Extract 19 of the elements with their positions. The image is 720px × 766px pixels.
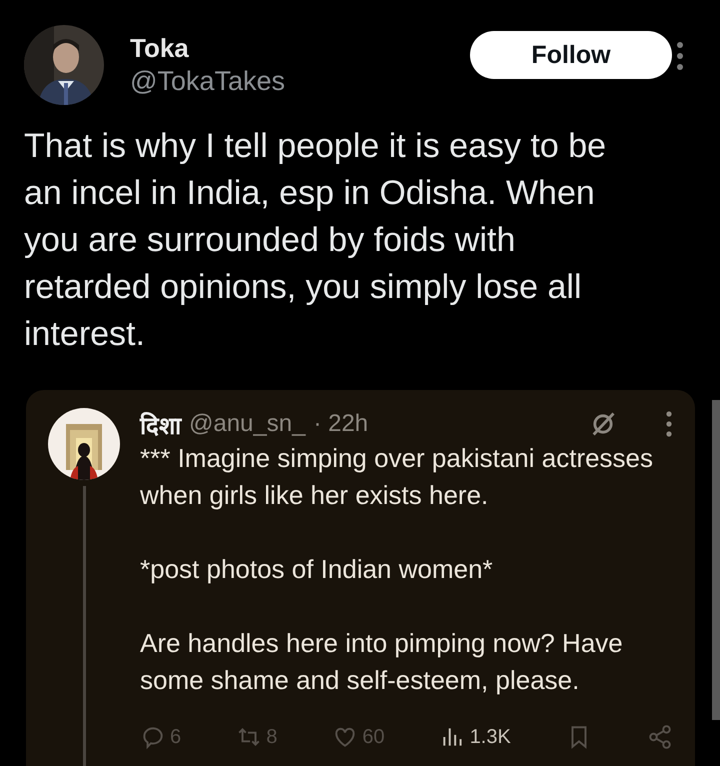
share-icon [646,724,673,750]
more-icon[interactable] [676,41,684,71]
post-text: That is why I tell people it is easy to be an incel in India, esp in Odisha. When you are surrounded by foids with retarded opinions, you simply lose all interest. [24,126,608,355]
reply-action[interactable]: 6 [140,724,182,750]
quoted-user-handle: @anu_sn_ [189,410,306,438]
views-action[interactable]: 1.3K [440,724,511,750]
quoted-post-card[interactable] [26,390,695,766]
quoted-post-text: *post photos of Indian women* [140,553,494,586]
user-handle: @TokaTakes [130,65,286,98]
scrollbar[interactable] [712,400,720,720]
quoted-post-text: Are handles here into pimping now? Have some shame and self-esteem, please. [140,627,624,697]
post-time: · 22h [313,410,368,438]
repost-action[interactable]: 8 [236,724,278,750]
like-action[interactable]: 60 [332,724,385,750]
quoted-post-text: *** Imagine simping over pakistani actresses when girls like her exists here. [140,442,654,512]
quoted-user-name: दिशा [140,410,181,440]
user-name: Toka [130,32,190,64]
more-icon[interactable] [665,411,673,437]
follow-button[interactable]: Follow [470,31,672,79]
